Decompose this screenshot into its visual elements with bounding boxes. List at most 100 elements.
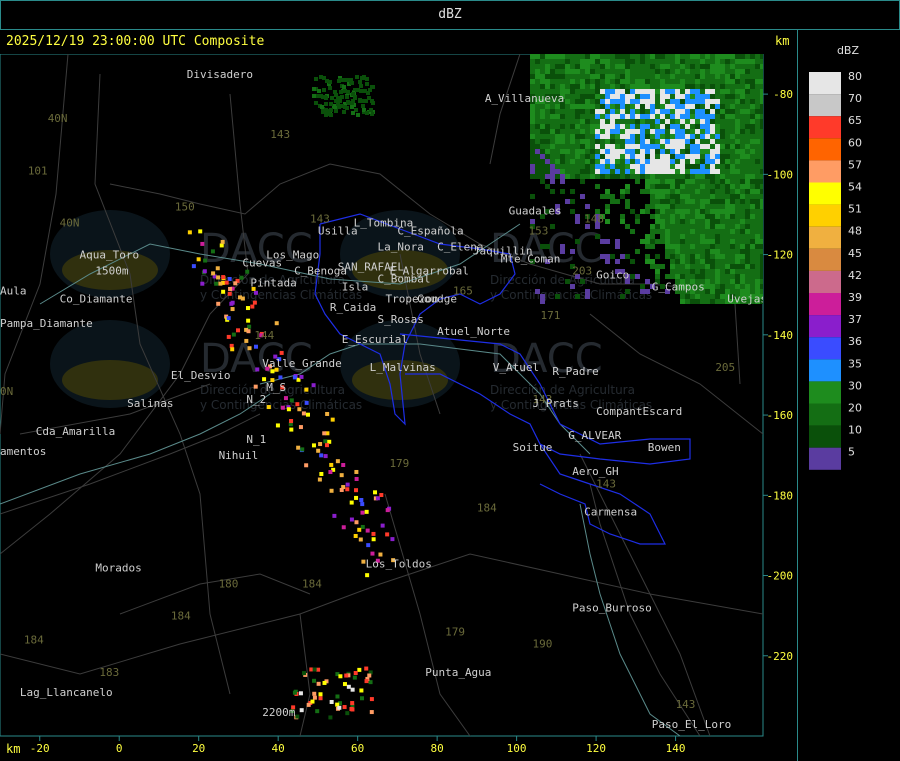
x-tick-label: 140 [666,742,686,755]
radar-cell [595,79,600,84]
radar-cell [755,149,760,154]
radar-cell [675,104,680,109]
radar-cell [550,69,555,74]
radar-cell [670,89,675,94]
radar-cell [605,109,610,114]
radar-cell [675,219,680,224]
radar-cell [245,269,250,274]
radar-cell [680,224,685,229]
radar-cell [630,64,635,69]
radar-cell [755,284,760,289]
radar-cell [735,159,740,164]
radar-cell [675,249,680,254]
radar-cell [325,411,330,416]
radar-cell [565,114,570,119]
radar-cell [740,99,745,104]
radar-cell [680,189,685,194]
radar-cell [570,249,575,254]
radar-map[interactable]: DACCDirección de Agriculturay Contingenc… [0,54,797,761]
radar-cell [725,124,730,129]
radar-cell [665,184,670,189]
radar-cell [650,94,655,99]
radar-cell [715,144,720,149]
radar-cell [670,264,675,269]
radar-cell [715,99,720,104]
radar-cell [550,124,555,129]
road-label: 40N [60,217,80,230]
radar-cell [585,204,590,209]
radar-cell [705,94,710,99]
radar-cell [353,533,358,538]
radar-cell [650,114,655,119]
radar-cell [720,169,725,174]
radar-cell [705,154,710,159]
radar-cell [570,129,575,134]
radar-cell [665,219,670,224]
radar-cell [730,199,735,204]
radar-cell [700,129,705,134]
radar-cell [745,144,750,149]
radar-cell [605,114,610,119]
radar-cell [575,154,580,159]
radar-cell [555,294,560,299]
radar-cell [635,79,640,84]
radar-cell [550,174,555,179]
legend-label: 36 [848,335,862,348]
radar-cell [715,229,720,234]
radar-cell [730,89,735,94]
radar-cell [705,124,710,129]
radar-cell [575,64,580,69]
radar-cell [740,109,745,114]
road-label: 143 [676,698,696,711]
radar-cell [705,74,710,79]
radar-cell [690,214,695,219]
radar-cell [680,254,685,259]
radar-cell [570,94,575,99]
radar-cell [352,675,357,680]
radar-cell [680,219,685,224]
radar-cell [685,59,690,64]
watermark-logo-shape [62,360,158,400]
radar-cell [635,169,640,174]
radar-cell [690,194,695,199]
radar-cell [645,99,650,104]
road-label: 205 [715,361,735,374]
radar-cell [341,78,345,82]
radar-cell [630,94,635,99]
radar-cell [570,164,575,169]
radar-cell [371,531,376,536]
radar-cell [675,79,680,84]
radar-cell [590,74,595,79]
radar-cell [720,204,725,209]
radar-cell [745,99,750,104]
radar-cell [730,269,735,274]
radar-cell [565,89,570,94]
radar-cell [221,289,226,294]
radar-cell [605,104,610,109]
radar-cell [323,454,328,459]
radar-cell [710,84,715,89]
radar-cell [700,109,705,114]
radar-cell [705,249,710,254]
radar-cell [675,109,680,114]
radar-cell [700,234,705,239]
radar-cell [760,134,763,139]
radar-cell [535,169,540,174]
radar-cell [191,264,196,269]
radar-cell [580,129,585,134]
radar-cell [371,101,375,105]
radar-cell [725,229,730,234]
radar-cell [610,129,615,134]
radar-cell [685,174,690,179]
radar-cell [351,99,355,103]
radar-cell [760,69,763,74]
radar-cell [665,174,670,179]
radar-cell [705,79,710,84]
radar-cell [720,274,725,279]
radar-cell [615,94,620,99]
radar-cell [670,74,675,79]
radar-cell [665,79,670,84]
place-label: Morados [95,562,141,575]
radar-cell [680,269,685,274]
radar-cell [720,79,725,84]
